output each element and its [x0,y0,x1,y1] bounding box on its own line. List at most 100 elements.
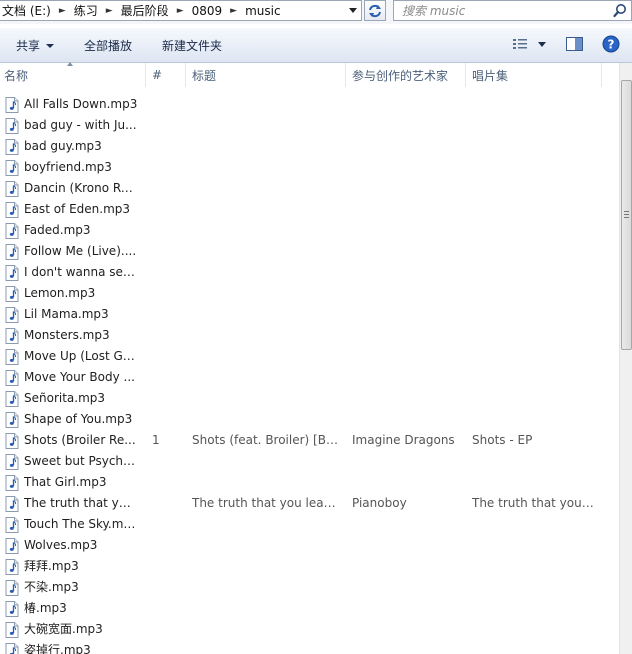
file-row[interactable]: 大碗宽面.mp3 [0,619,618,640]
file-name: 椿.mp3 [24,601,67,615]
file-name: The truth that you... [24,496,138,510]
file-row[interactable]: Shots (Broiler Re... 1 Shots (feat. Broile… [0,430,618,451]
column-header-number[interactable]: # [146,63,186,87]
file-row[interactable]: Move Your Body ... [0,367,618,388]
track-artist: Imagine Dragons [352,433,455,447]
file-name: East of Eden.mp3 [24,202,131,216]
music-file-icon [5,286,19,302]
track-artist: Pianoboy [352,496,407,510]
file-row[interactable]: Lil Mama.mp3 [0,304,618,325]
file-name: Follow Me (Live).... [24,244,137,258]
file-row[interactable]: Move Up (Lost Gr... [0,346,618,367]
music-file-icon [5,475,19,491]
address-bar[interactable]: 文档 (E:) ► 练习 ► 最后阶段 ► 0809 ► music [0,0,362,21]
column-header-album[interactable]: 唱片集 [466,63,602,87]
file-row[interactable]: 不染.mp3 [0,577,618,598]
column-header-name[interactable]: 名称 [0,63,146,87]
file-row[interactable]: bad guy - with Ju... [0,115,618,136]
file-name: 不染.mp3 [24,580,79,594]
search-input[interactable] [394,1,609,20]
breadcrumb-drive[interactable]: 文档 (E:) [0,2,53,19]
file-row[interactable]: I don't wanna see... [0,262,618,283]
file-name: Touch The Sky.mp3 [24,517,138,531]
music-file-icon [5,517,19,533]
file-row[interactable]: 姿掉行.mp3 [0,640,618,654]
file-name: 大碗宽面.mp3 [24,622,103,636]
music-file-icon [5,370,19,386]
sort-ascending-icon [67,62,73,66]
chevron-right-icon[interactable]: ► [53,6,72,16]
file-row[interactable]: The truth that you... The truth that you … [0,493,618,514]
search-icon[interactable] [613,3,627,18]
column-header-artist[interactable]: 参与创作的艺术家 [346,63,466,87]
file-row[interactable]: Señorita.mp3 [0,388,618,409]
breadcrumb-folder[interactable]: 0809 [190,4,225,18]
file-row[interactable]: 椿.mp3 [0,598,618,619]
refresh-icon [369,4,381,17]
new-folder-button[interactable]: 新建文件夹 [162,28,222,63]
refresh-button[interactable] [364,0,386,21]
address-dropdown-button[interactable] [345,1,361,20]
music-file-icon [5,538,19,554]
file-row[interactable]: Touch The Sky.mp3 [0,514,618,535]
file-row[interactable]: All Falls Down.mp3 [0,94,618,115]
file-name: Lemon.mp3 [24,286,96,300]
track-album: Shots - EP [472,433,533,447]
views-icon[interactable] [512,36,528,52]
file-name: Shape of You.mp3 [24,412,133,426]
music-file-icon [5,97,19,113]
track-number: 1 [152,433,160,447]
file-row[interactable]: Dancin (Krono Re... [0,178,618,199]
column-header-title[interactable]: 标题 [186,63,346,87]
music-file-icon [5,643,19,654]
help-icon[interactable]: ? [602,35,620,53]
breadcrumb-folder[interactable]: 练习 [72,2,100,19]
file-row[interactable]: Monsters.mp3 [0,325,618,346]
track-title: Shots (feat. Broiler) [Br... [192,433,338,447]
chevron-right-icon[interactable]: ► [100,6,119,16]
chevron-down-icon [46,43,55,48]
column-name-label: 名称 [4,68,29,83]
file-name: 拜拜.mp3 [24,559,79,573]
file-name: Sweet but Psycho... [24,454,138,468]
share-button[interactable]: 共享 [16,28,55,63]
file-name: Señorita.mp3 [24,391,106,405]
music-file-icon [5,328,19,344]
breadcrumb-folder[interactable]: 最后阶段 [119,2,171,19]
file-row[interactable]: bad guy.mp3 [0,136,618,157]
music-file-icon [5,160,19,176]
music-file-icon [5,349,19,365]
command-bar: 共享 全部播放 新建文件夹 ? [0,27,632,63]
file-row[interactable]: 拜拜.mp3 [0,556,618,577]
music-file-icon [5,580,19,596]
breadcrumb-current[interactable]: music [243,4,282,18]
play-all-label: 全部播放 [84,39,133,53]
svg-text:?: ? [608,38,615,52]
file-row[interactable]: East of Eden.mp3 [0,199,618,220]
file-row[interactable]: Follow Me (Live).... [0,241,618,262]
file-row[interactable]: Faded.mp3 [0,220,618,241]
file-row[interactable]: Shape of You.mp3 [0,409,618,430]
column-title-label: 标题 [192,68,217,83]
music-file-icon [5,202,19,218]
file-row[interactable]: boyfriend.mp3 [0,157,618,178]
preview-pane-icon[interactable] [566,36,583,52]
music-file-icon [5,412,19,428]
file-row[interactable]: That Girl.mp3 [0,472,618,493]
music-file-icon [5,181,19,197]
music-file-icon [5,265,19,281]
track-title: The truth that you leave [192,496,338,510]
play-all-button[interactable]: 全部播放 [84,28,132,63]
music-file-icon [5,622,19,638]
chevron-right-icon[interactable]: ► [224,6,243,16]
file-name: That Girl.mp3 [24,475,107,489]
file-row[interactable]: Wolves.mp3 [0,535,618,556]
scrollbar-thumb[interactable] [621,80,632,350]
file-row[interactable]: Lemon.mp3 [0,283,618,304]
music-file-icon [5,244,19,260]
chevron-right-icon[interactable]: ► [171,6,190,16]
file-name: Lil Mama.mp3 [24,307,109,321]
file-row[interactable]: Sweet but Psycho... [0,451,618,472]
vertical-scrollbar[interactable] [619,63,632,654]
chevron-down-icon[interactable] [538,42,546,47]
